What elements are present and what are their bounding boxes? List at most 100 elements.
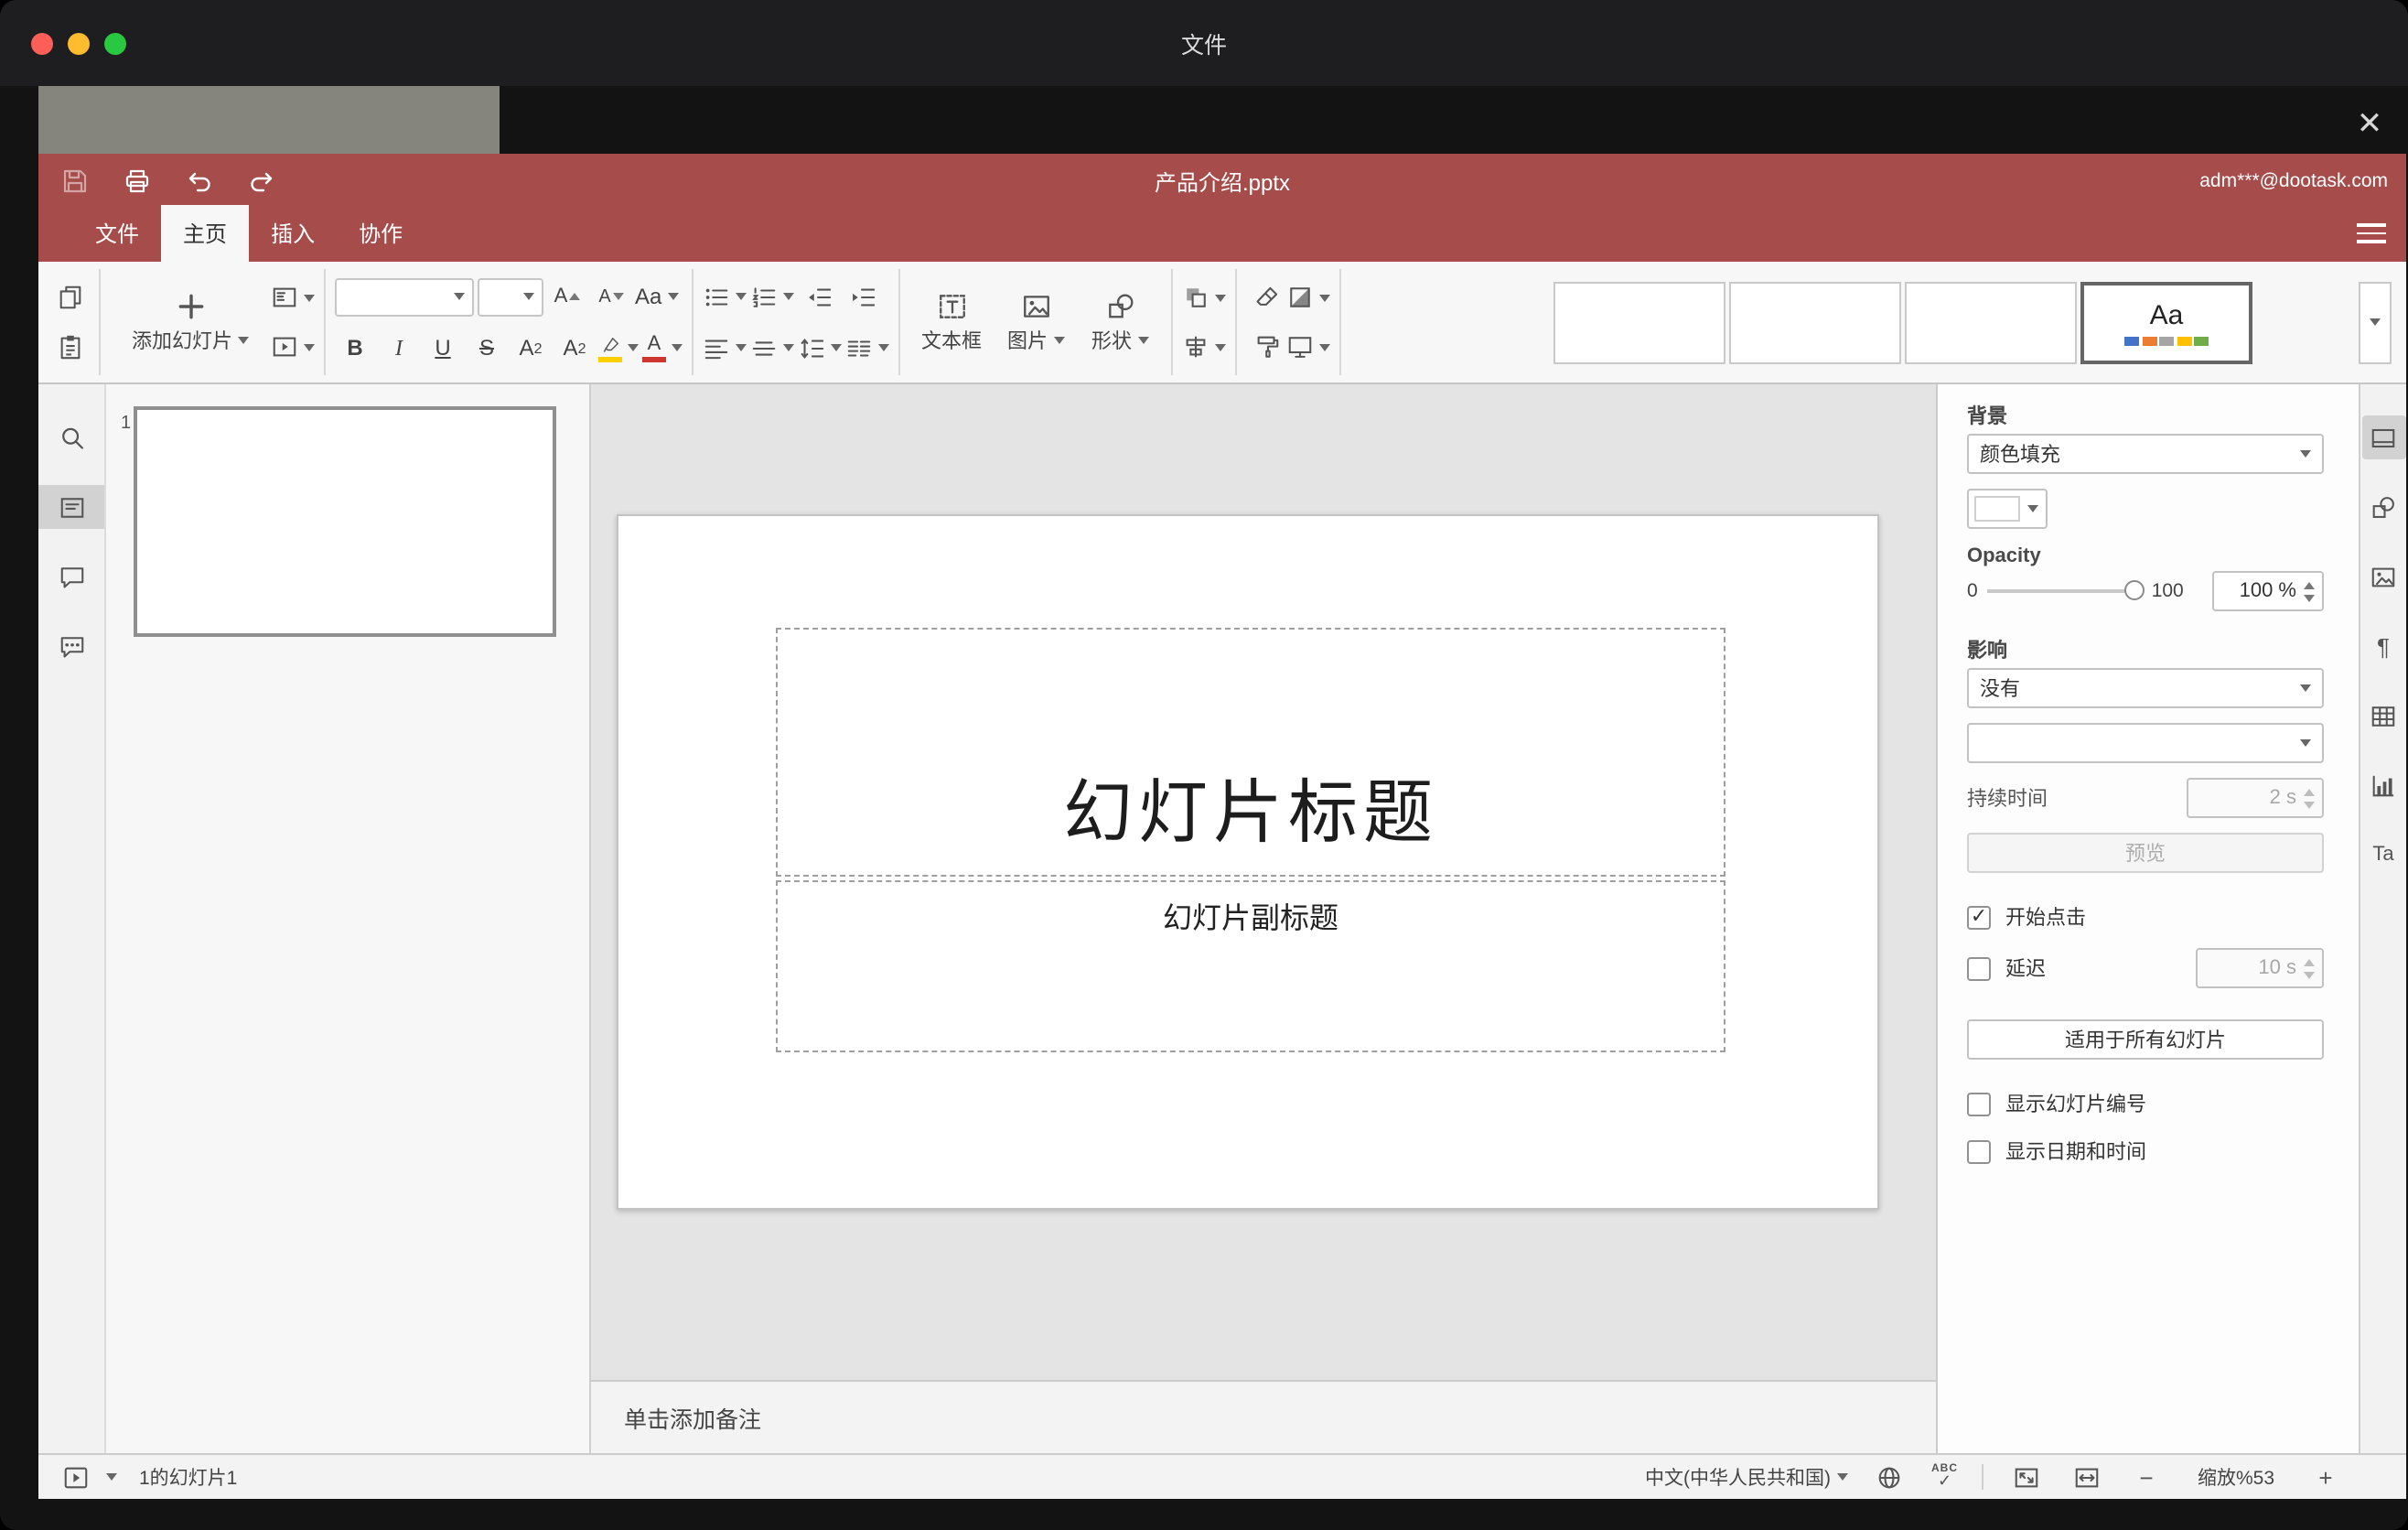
slide-thumbnail-1[interactable]: [134, 406, 556, 637]
italic-button[interactable]: I: [379, 326, 419, 370]
delay-checkbox[interactable]: 延迟: [1967, 954, 2046, 983]
arrange-shapes-button[interactable]: [1182, 275, 1226, 319]
underline-button[interactable]: U: [423, 326, 463, 370]
chart-settings-tab[interactable]: [2361, 763, 2405, 807]
sidebar-item-chat[interactable]: [38, 624, 104, 668]
spin-down-icon[interactable]: [2304, 971, 2315, 978]
start-on-click-checkbox[interactable]: ✓ 开始点击: [1967, 902, 2324, 932]
shape-settings-tab[interactable]: [2361, 485, 2405, 529]
spin-down-icon[interactable]: [2304, 594, 2315, 601]
change-case-button[interactable]: Aa: [635, 275, 679, 318]
close-preview-button[interactable]: ✕: [2348, 102, 2392, 146]
slide-settings-tab[interactable]: [2361, 415, 2405, 459]
highlight-color-button[interactable]: [598, 326, 639, 370]
textart-settings-tab[interactable]: Ta: [2361, 833, 2405, 877]
start-slideshow-button[interactable]: [271, 325, 315, 369]
insert-textbox-button[interactable]: 文本框: [909, 290, 994, 354]
slide-size-button[interactable]: [1286, 325, 1330, 369]
zoom-out-button[interactable]: −: [2128, 1459, 2165, 1495]
slide-layout-button[interactable]: [271, 275, 315, 319]
undo-button[interactable]: [181, 163, 218, 199]
print-button[interactable]: [119, 163, 156, 199]
strikethrough-button[interactable]: S: [467, 326, 507, 370]
numbered-list-button[interactable]: [750, 275, 794, 318]
increase-indent-button[interactable]: [842, 275, 882, 318]
spin-up-icon[interactable]: [2304, 958, 2315, 965]
sidebar-item-slides[interactable]: [38, 485, 104, 529]
duration-label: 持续时间: [1967, 789, 2048, 811]
bold-button[interactable]: B: [335, 326, 375, 370]
spin-down-icon[interactable]: [2304, 801, 2315, 808]
tab-collaboration[interactable]: 协作: [337, 205, 425, 262]
increase-font-button[interactable]: A: [547, 275, 587, 318]
opacity-slider-knob[interactable]: [2123, 580, 2145, 600]
chevron-down-icon[interactable]: [106, 1473, 117, 1481]
apply-to-all-slides-button[interactable]: 适用于所有幻灯片: [1967, 1019, 2324, 1060]
show-slide-number-checkbox[interactable]: 显示幻灯片编号: [1967, 1089, 2324, 1118]
redo-button[interactable]: [243, 163, 280, 199]
paste-button[interactable]: [49, 325, 90, 369]
insert-shape-button[interactable]: 形状: [1078, 290, 1162, 354]
add-slide-button[interactable]: 添加幻灯片: [110, 290, 271, 354]
background-fill-select[interactable]: 颜色填充: [1967, 434, 2324, 474]
shape-fill-button[interactable]: [1286, 275, 1330, 319]
opacity-slider[interactable]: [1986, 580, 2145, 600]
tab-home[interactable]: 主页: [161, 205, 250, 262]
sidebar-item-comments[interactable]: [38, 555, 104, 598]
subtitle-placeholder[interactable]: 幻灯片副标题: [776, 880, 1725, 1052]
zoom-in-button[interactable]: +: [2307, 1459, 2344, 1495]
theme-thumbnail[interactable]: [1729, 281, 1901, 363]
title-placeholder[interactable]: 幻灯片标题: [776, 628, 1725, 877]
start-slideshow-status-button[interactable]: [57, 1459, 93, 1495]
decrease-font-button[interactable]: A: [591, 275, 631, 318]
horizontal-align-button[interactable]: [703, 326, 747, 370]
align-shapes-button[interactable]: [1182, 325, 1226, 369]
transition-variant-select[interactable]: [1967, 723, 2324, 763]
spellcheck-button[interactable]: ABC ✓: [1931, 1464, 1958, 1490]
language-selector[interactable]: 中文(中华人民共和国): [1645, 1463, 1847, 1491]
tab-insert[interactable]: 插入: [249, 205, 337, 262]
show-datetime-checkbox[interactable]: 显示日期和时间: [1967, 1137, 2324, 1166]
sidebar-item-search[interactable]: [38, 415, 104, 459]
document-language-button[interactable]: [1871, 1459, 1908, 1495]
preview-button[interactable]: 预览: [1967, 833, 2324, 873]
theme-thumbnail[interactable]: [1905, 281, 2077, 363]
font-size-select[interactable]: [478, 277, 543, 316]
spin-up-icon[interactable]: [2304, 788, 2315, 795]
notes-area[interactable]: 单击添加备注: [591, 1380, 1936, 1453]
subscript-button[interactable]: A2: [554, 326, 595, 370]
opacity-input[interactable]: 100 %: [2212, 571, 2324, 611]
theme-thumbnail-selected[interactable]: Aa: [2080, 281, 2252, 363]
copy-style-button[interactable]: [1246, 325, 1286, 369]
insert-image-button[interactable]: 图片: [994, 290, 1078, 354]
slide-1[interactable]: 幻灯片标题 幻灯片副标题: [617, 514, 1879, 1210]
fill-color-swatch-select[interactable]: [1967, 489, 2048, 529]
window-zoom-button[interactable]: [104, 32, 126, 54]
bullet-list-button[interactable]: [703, 275, 747, 318]
columns-button[interactable]: [845, 326, 889, 370]
window-close-button[interactable]: [31, 32, 53, 54]
font-color-button[interactable]: A: [642, 326, 683, 370]
table-settings-tab[interactable]: [2361, 694, 2405, 738]
more-themes-button[interactable]: [2359, 281, 2392, 363]
font-name-select[interactable]: [335, 277, 474, 316]
copy-button[interactable]: [49, 275, 90, 319]
vertical-align-button[interactable]: [750, 326, 794, 370]
transition-effect-select[interactable]: 没有: [1967, 668, 2324, 708]
superscript-button[interactable]: A2: [511, 326, 551, 370]
line-spacing-button[interactable]: [798, 326, 842, 370]
window-minimize-button[interactable]: [68, 32, 90, 54]
duration-input[interactable]: 2 s: [2187, 778, 2324, 818]
theme-thumbnail[interactable]: [1553, 281, 1725, 363]
clear-style-button[interactable]: [1246, 275, 1286, 319]
fit-to-slide-button[interactable]: [2007, 1459, 2044, 1495]
save-button[interactable]: [57, 163, 93, 199]
fit-to-width-button[interactable]: [2068, 1459, 2104, 1495]
spin-up-icon[interactable]: [2304, 581, 2315, 588]
hamburger-menu-icon[interactable]: [2355, 220, 2388, 247]
delay-input[interactable]: 10 s: [2196, 948, 2324, 988]
tab-file[interactable]: 文件: [73, 205, 161, 262]
paragraph-settings-tab[interactable]: ¶: [2361, 624, 2405, 668]
image-settings-tab[interactable]: [2361, 555, 2405, 598]
decrease-indent-button[interactable]: [798, 275, 838, 318]
